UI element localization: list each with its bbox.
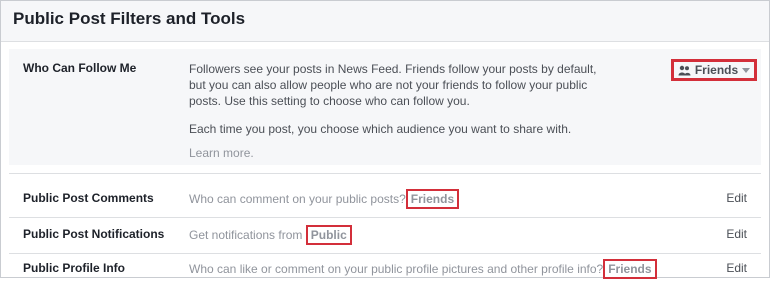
row-question: Get notifications from — [189, 228, 303, 242]
public-post-comments-row: Public Post Comments Who can comment on … — [9, 184, 761, 214]
audience-value: Friends — [405, 189, 460, 209]
edit-link[interactable]: Edit — [726, 227, 747, 241]
row-description: Who can comment on your public posts? Fri… — [189, 189, 460, 209]
row-label: Public Profile Info — [23, 261, 126, 275]
settings-panel: Public Post Filters and Tools Who Can Fo… — [0, 0, 770, 279]
learn-more-link[interactable]: Learn more. — [189, 145, 254, 161]
audience-label: Friends — [694, 63, 739, 77]
row-question: Who can like or comment on your public p… — [189, 262, 604, 276]
friends-icon — [678, 65, 691, 76]
follow-description-line-3: posts. Use this setting to choose who ca… — [189, 94, 470, 108]
row-question: Who can comment on your public posts? — [189, 192, 406, 206]
audience-value: Friends — [603, 259, 657, 279]
follow-description-line-1: Followers see your posts in News Feed. F… — [189, 62, 597, 76]
row-description: Get notifications from Public — [189, 225, 352, 245]
follow-description-line-4: Each time you post, you choose which aud… — [189, 122, 572, 136]
public-post-notifications-row: Public Post Notifications Get notificati… — [9, 219, 761, 249]
page-title: Public Post Filters and Tools — [13, 9, 246, 28]
edit-link[interactable]: Edit — [726, 191, 747, 205]
public-profile-info-row: Public Profile Info Who can like or comm… — [9, 255, 761, 285]
row-description: Who can like or comment on your public p… — [189, 259, 657, 279]
follow-description-line-2: but you can also allow people who are no… — [189, 78, 588, 92]
divider — [9, 173, 761, 174]
divider — [9, 253, 761, 254]
panel-header: Public Post Filters and Tools — [1, 1, 769, 42]
row-label: Public Post Comments — [23, 191, 154, 205]
who-can-follow-label: Who Can Follow Me — [23, 61, 137, 75]
who-can-follow-audience-button[interactable]: Friends — [671, 59, 757, 81]
edit-link[interactable]: Edit — [726, 261, 747, 275]
caret-down-icon — [742, 67, 751, 73]
row-label: Public Post Notifications — [23, 227, 165, 241]
audience-value: Public — [305, 225, 352, 245]
divider — [9, 217, 761, 218]
